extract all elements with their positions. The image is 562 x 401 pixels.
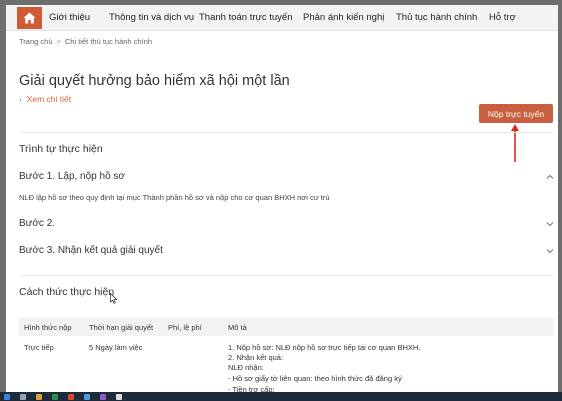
step-3-label: Bước 3. Nhận kết quả giải quyết (19, 245, 163, 256)
nav-item-thu-tuc[interactable]: Thủ tục hành chính (396, 12, 477, 23)
cell-description-line: NLĐ nhận: (228, 363, 264, 372)
mouse-cursor-icon (110, 293, 118, 304)
column-header: Mô tả (228, 323, 247, 332)
cell-deadline: 5 Ngày làm việc (89, 343, 143, 352)
chevron-right-icon: › (19, 95, 22, 104)
annotation-arrow-icon (511, 124, 519, 162)
procedure-heading: Trình tự thực hiện (19, 143, 103, 155)
chevron-down-icon (546, 249, 554, 254)
step-3-header[interactable]: Bước 3. Nhận kết quả giải quyết (19, 245, 555, 261)
app-icon[interactable] (116, 394, 122, 400)
nav-item-ho-tro[interactable]: Hỗ trợ (489, 12, 516, 23)
breadcrumb-home[interactable]: Trang chủ (19, 37, 53, 46)
top-navbar: Giới thiệu Thông tin và dịch vụ Thanh to… (6, 5, 558, 31)
divider (19, 132, 553, 133)
home-button[interactable] (17, 7, 42, 29)
cell-description-line: 1. Nộp hồ sơ: NLĐ nộp hồ sơ trực tiếp tạ… (228, 343, 421, 352)
column-header: Thời hạn giải quyết (89, 323, 154, 332)
app-icon[interactable] (52, 394, 58, 400)
cell-description-line: 2. Nhận kết quả: (228, 353, 284, 362)
home-icon (23, 12, 36, 24)
nav-item-phan-anh[interactable]: Phản ánh kiến nghị (303, 12, 384, 23)
folder-icon[interactable] (36, 394, 42, 400)
column-header: Phí, lệ phí (168, 323, 202, 332)
app-icon[interactable] (68, 394, 74, 400)
chevron-down-icon (546, 222, 554, 227)
step-1-label: Bước 1. Lập, nộp hồ sơ (19, 171, 125, 182)
step-1-description: NLĐ lập hồ sơ theo quy định tại mục Thàn… (19, 193, 330, 202)
step-1-header[interactable]: Bước 1. Lập, nộp hồ sơ (19, 171, 555, 187)
submit-online-button[interactable]: Nộp trực tuyến (479, 104, 553, 123)
start-icon[interactable] (4, 394, 10, 400)
nav-item-thanh-toan[interactable]: Thanh toán trực tuyến (199, 12, 293, 23)
step-2-header[interactable]: Bước 2. (19, 218, 555, 234)
nav-item-thong-tin-dich-vu[interactable]: Thông tin và dịch vụ (109, 12, 194, 23)
column-header: Hình thức nộp (24, 323, 72, 332)
step-2-label: Bước 2. (19, 218, 56, 229)
cell-description-line: - Hồ sơ giấy tờ liên quan: theo hình thứ… (228, 374, 402, 383)
view-detail-link[interactable]: › Xem chi tiết (19, 94, 71, 104)
chevron-up-icon (546, 174, 554, 179)
search-icon[interactable] (20, 394, 26, 400)
breadcrumb-separator: > (56, 37, 61, 46)
browser-viewport: Giới thiệu Thông tin và dịch vụ Thanh to… (6, 5, 558, 401)
method-heading: Cách thức thực hiện (19, 286, 115, 298)
method-table-header: Hình thức nộp Thời hạn giải quyết Phí, l… (19, 318, 553, 336)
app-icon[interactable] (100, 394, 106, 400)
breadcrumb: Trang chủ > Chi tiết thủ tục hành chính (19, 37, 152, 46)
nav-item-gioi-thieu[interactable]: Giới thiệu (49, 12, 90, 23)
cell-form: Trực tiếp (24, 343, 54, 352)
page-title: Giải quyết hưởng bảo hiểm xã hội một lần (19, 73, 290, 89)
browser-icon[interactable] (84, 394, 90, 400)
os-taskbar (0, 392, 562, 401)
divider (19, 275, 553, 276)
breadcrumb-current: Chi tiết thủ tục hành chính (64, 37, 153, 46)
view-detail-label: Xem chi tiết (26, 94, 72, 104)
